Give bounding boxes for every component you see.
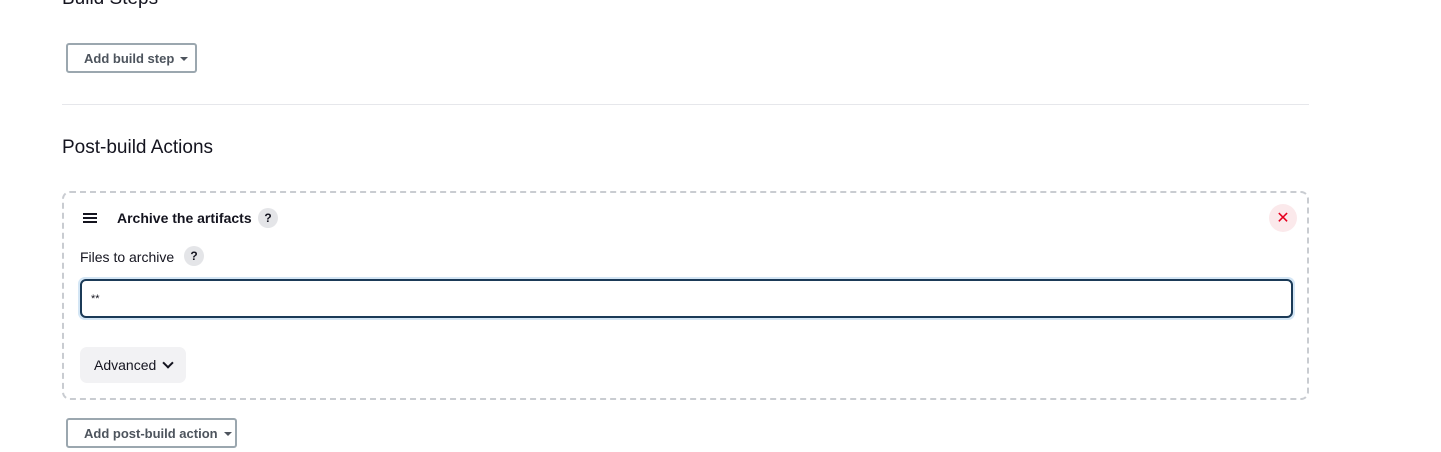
add-post-build-action-button[interactable]: Add post-build action — [66, 418, 237, 448]
job-config-page: Build Steps Add build step Post-build Ac… — [0, 0, 1441, 452]
archive-help-icon[interactable]: ? — [258, 208, 278, 228]
add-build-step-label: Add build step — [84, 50, 175, 66]
files-to-archive-label: Files to archive — [80, 249, 175, 265]
files-to-archive-help-icon[interactable]: ? — [184, 246, 204, 266]
add-post-build-action-label: Add post-build action — [84, 425, 218, 441]
chevron-down-icon — [162, 357, 174, 369]
remove-action-close-icon[interactable]: ✕ — [1269, 204, 1297, 232]
caret-down-icon — [223, 431, 232, 436]
post-build-actions-heading: Post-build Actions — [62, 137, 214, 158]
archive-artifacts-title: Archive the artifacts — [117, 210, 252, 226]
advanced-label: Advanced — [94, 357, 157, 373]
advanced-button[interactable]: Advanced — [80, 347, 187, 383]
add-build-step-button[interactable]: Add build step — [66, 43, 197, 73]
build-steps-heading: Build Steps — [62, 0, 158, 10]
files-to-archive-focus-ring — [78, 277, 1295, 320]
drag-handle-icon[interactable] — [83, 213, 97, 223]
archive-artifacts-card: Archive the artifacts ? ✕ Files to archi… — [62, 191, 1309, 400]
files-to-archive-input[interactable] — [80, 279, 1293, 318]
section-divider — [62, 104, 1309, 105]
caret-down-icon — [180, 56, 189, 61]
